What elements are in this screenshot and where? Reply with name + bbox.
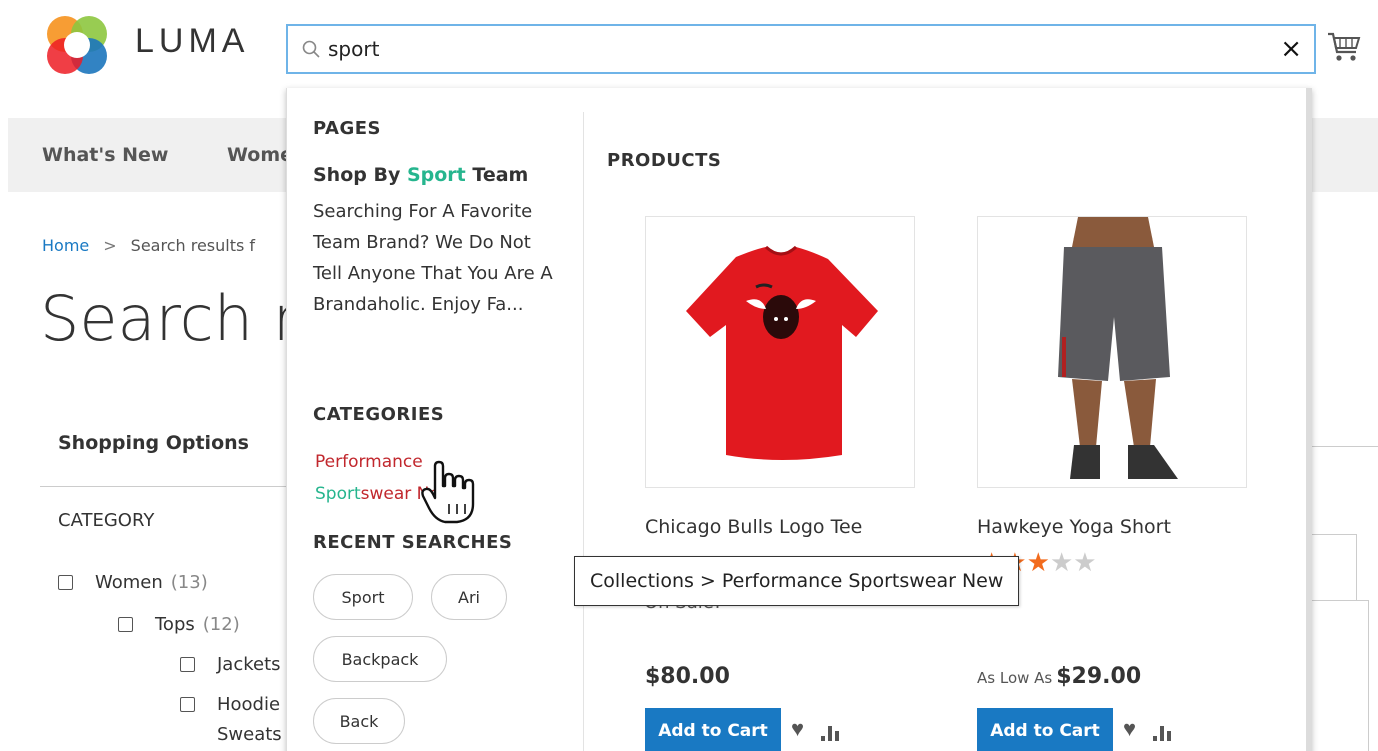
product-price: $80.00 — [645, 664, 730, 689]
category-filter-women[interactable]: Women (13) — [58, 572, 208, 593]
checkbox[interactable] — [180, 657, 195, 672]
search-box[interactable]: × — [286, 24, 1316, 74]
recent-search-pill[interactable]: Back — [313, 698, 405, 744]
page-title-text: Team — [465, 164, 529, 186]
recent-search-pill[interactable]: Sport — [313, 574, 413, 620]
brand-name: LUMA — [135, 22, 250, 60]
hand-pointer-cursor-icon — [421, 460, 475, 524]
compare-icon[interactable] — [1151, 722, 1173, 742]
checkbox[interactable] — [58, 575, 73, 590]
nav-item-women[interactable]: Wome — [227, 144, 293, 166]
breadcrumb: Home > Search results f — [42, 236, 255, 255]
product-image-bulls-tee[interactable] — [645, 216, 915, 488]
breadcrumb-home-link[interactable]: Home — [42, 236, 89, 255]
recent-search-pill[interactable]: Backpack — [313, 636, 447, 682]
recent-searches-heading: RECENT SEARCHES — [313, 532, 513, 553]
search-autocomplete-dropdown: PAGES Shop By Sport Team Searching For A… — [286, 88, 1312, 751]
category-filter-heading[interactable]: CATEGORY — [58, 510, 154, 531]
product-price: As Low As $29.00 — [977, 664, 1141, 689]
dropdown-divider — [583, 112, 584, 751]
category-label: Jackets — [217, 654, 281, 675]
background-divider — [1312, 446, 1378, 447]
pages-heading: PAGES — [313, 118, 382, 139]
category-filter-tops[interactable]: Tops (12) — [118, 614, 240, 635]
category-tooltip: Collections > Performance Sportswear New — [574, 556, 1020, 606]
page-result-title[interactable]: Shop By Sport Team — [313, 164, 528, 186]
price-value: $80.00 — [645, 664, 730, 689]
luma-logo[interactable] — [42, 12, 112, 78]
background-box-edge — [1368, 600, 1369, 751]
search-input[interactable] — [328, 37, 1228, 61]
background-box-edge — [1356, 534, 1357, 600]
checkbox[interactable] — [118, 617, 133, 632]
wishlist-heart-icon[interactable]: ♥ — [791, 716, 804, 742]
add-to-cart-button[interactable]: Add to Cart — [977, 708, 1113, 751]
category-filter-hoodies-cont: Sweats — [217, 724, 282, 745]
checkbox[interactable] — [180, 697, 195, 712]
shorts-model-image — [1058, 217, 1178, 479]
dropdown-scrollbar[interactable] — [1306, 88, 1312, 751]
category-highlight: Sport — [315, 484, 361, 504]
categories-heading: CATEGORIES — [313, 404, 445, 425]
recent-search-pill[interactable]: Ari — [431, 574, 507, 620]
wishlist-heart-icon[interactable]: ♥ — [1123, 716, 1136, 742]
category-count: (13) — [170, 572, 208, 593]
nav-item-whats-new[interactable]: What's New — [42, 144, 168, 166]
product-name[interactable]: Chicago Bulls Logo Tee — [645, 516, 862, 538]
products-heading: PRODUCTS — [607, 150, 722, 171]
category-result-link[interactable]: Performance — [315, 452, 423, 472]
page-title-highlight: Sport — [406, 164, 466, 186]
compare-icon[interactable] — [819, 722, 841, 742]
category-filter-jackets[interactable]: Jackets — [180, 654, 281, 675]
breadcrumb-current: Search results f — [130, 236, 256, 255]
cart-icon[interactable] — [1326, 28, 1362, 64]
price-prefix: As Low As — [977, 669, 1053, 687]
luma-logo-icon — [47, 16, 107, 74]
product-name[interactable]: Hawkeye Yoga Short — [977, 516, 1171, 538]
background-box-edge — [1312, 534, 1356, 535]
sidebar-divider — [40, 486, 290, 487]
page-result-description[interactable]: Searching For A Favorite Team Brand? We … — [313, 196, 563, 320]
shopping-options-heading: Shopping Options — [58, 432, 249, 454]
category-label: Sweats — [217, 724, 282, 745]
price-value: $29.00 — [1056, 664, 1142, 689]
category-label: Hoodie — [217, 694, 281, 715]
add-to-cart-button[interactable]: Add to Cart — [645, 708, 781, 751]
search-icon — [302, 40, 320, 58]
page-title-text: Shop By — [313, 164, 407, 186]
clear-search-icon[interactable]: × — [1280, 34, 1302, 64]
background-box-edge — [1312, 600, 1368, 601]
product-image-yoga-short[interactable] — [977, 216, 1247, 488]
category-label: Women — [95, 572, 163, 593]
category-label: Tops — [155, 614, 195, 635]
breadcrumb-separator: > — [103, 236, 117, 255]
red-tshirt-image — [686, 245, 878, 460]
category-filter-hoodies[interactable]: Hoodie — [180, 694, 280, 715]
category-count: (12) — [202, 614, 240, 635]
